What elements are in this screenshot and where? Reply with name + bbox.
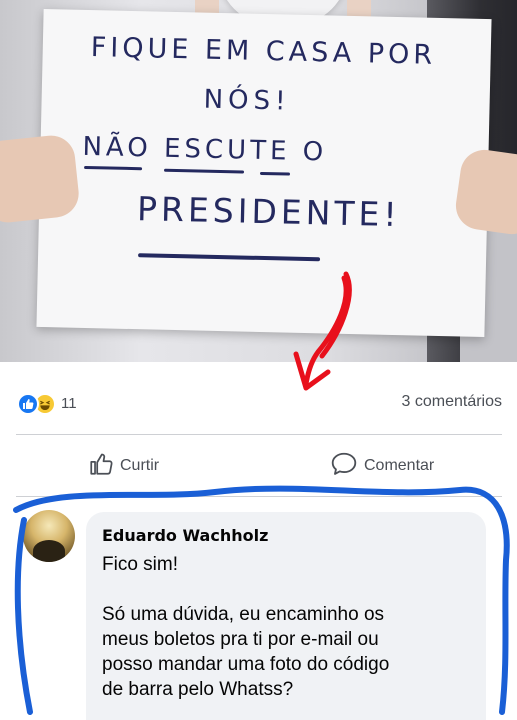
- comment-line: meus boletos pra ti por e-mail ou: [102, 629, 379, 650]
- comment-spacer: [102, 577, 470, 602]
- like-button-label: Curtir: [120, 457, 160, 474]
- comment-button[interactable]: Comentar: [330, 450, 434, 482]
- post-photo[interactable]: FIQUE EM CASA POR NÓS! NÃO ESCUTE O PRES…: [0, 0, 517, 362]
- sign-line: NÓS!: [203, 84, 291, 117]
- divider: [16, 496, 502, 497]
- comment-text: Fico sim! Só uma dúvida, eu encaminho os…: [102, 552, 470, 702]
- sign-underline: [259, 171, 291, 176]
- sign-underline: [164, 168, 245, 174]
- divider: [16, 434, 502, 435]
- left-hand: [0, 133, 82, 225]
- comment-line: Só uma dúvida, eu encaminho os: [102, 604, 385, 625]
- sign-underline: [84, 165, 143, 171]
- comments-count-link[interactable]: 3 comentários: [402, 393, 503, 411]
- sign-line: NÃO ESCUTE O: [82, 131, 328, 168]
- thumbs-up-icon: [88, 451, 114, 482]
- avatar[interactable]: [23, 510, 75, 562]
- speech-bubble-icon: [330, 451, 358, 482]
- like-button[interactable]: Curtir: [88, 450, 159, 482]
- like-icon: [17, 393, 39, 415]
- comment-bubble: Eduardo Wachholz Fico sim! Só uma dúvida…: [86, 512, 486, 720]
- sign-line: PRESIDENTE!: [136, 189, 402, 235]
- comment-line: Fico sim!: [102, 554, 178, 575]
- handwritten-sign: FIQUE EM CASA POR NÓS! NÃO ESCUTE O PRES…: [36, 8, 492, 338]
- avatar-figure: [33, 540, 65, 562]
- sign-line: FIQUE EM CASA POR: [90, 32, 437, 71]
- comment-line: posso mandar uma foto do código: [102, 654, 390, 675]
- comment-line: de barra pelo Whatss?: [102, 679, 294, 700]
- reaction-summary[interactable]: 11: [17, 392, 77, 416]
- sign-underline: [138, 253, 321, 262]
- comment-author[interactable]: Eduardo Wachholz: [102, 526, 470, 546]
- reaction-count: 11: [61, 395, 77, 412]
- comment-button-label: Comentar: [364, 457, 435, 474]
